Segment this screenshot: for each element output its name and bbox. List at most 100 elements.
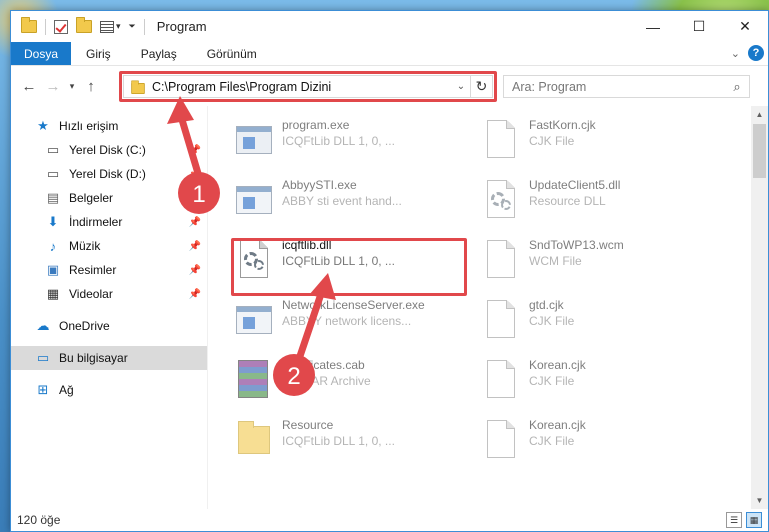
file-item[interactable]: program.exe ICQFtLib DLL 1, 0, ... xyxy=(228,112,473,172)
sidebar-item-pictures[interactable]: ▣ Resimler 📌 xyxy=(11,258,207,282)
file-name: program.exe xyxy=(282,118,350,132)
search-box[interactable]: Ara: Program ⌕ xyxy=(503,75,750,98)
minimize-button[interactable]: — xyxy=(630,11,676,42)
sidebar-item-videos[interactable]: ▦ Videolar 📌 xyxy=(11,282,207,306)
drive-icon: ▭ xyxy=(46,166,60,181)
file-description: ABBY sti event hand... xyxy=(282,194,402,208)
pin-icon[interactable]: 📌 xyxy=(189,169,201,180)
properties-icon[interactable] xyxy=(100,20,114,33)
file-item[interactable]: AbbyySTI.exe ABBY sti event hand... xyxy=(228,172,473,232)
file-item[interactable]: SndToWP13.wcm WCM File xyxy=(475,232,720,292)
file-item[interactable]: Korean.cjk CJK File xyxy=(475,352,720,412)
sidebar-item-quick-access[interactable]: ★ Hızlı erişim xyxy=(11,114,207,138)
sidebar-item-local-disk-c[interactable]: ▭ Yerel Disk (C:) 📌 xyxy=(11,138,207,162)
file-name: FastKorn.cjk xyxy=(529,118,596,132)
back-button[interactable]: ← xyxy=(17,74,41,98)
sidebar-item-music[interactable]: ♪ Müzik 📌 xyxy=(11,234,207,258)
sidebar-item-downloads[interactable]: ⬇ İndirmeler 📌 xyxy=(11,210,207,234)
cloud-icon: ☁ xyxy=(36,318,50,333)
sidebar-item-local-disk-d[interactable]: ▭ Yerel Disk (D:) 📌 xyxy=(11,162,207,186)
pin-icon[interactable]: 📌 xyxy=(189,289,201,300)
pin-icon[interactable]: 📌 xyxy=(189,241,201,252)
file-name: icqftlib.dll xyxy=(282,238,332,252)
expand-ribbon-icon[interactable]: ⌄ xyxy=(731,47,740,60)
file-item[interactable]: Korean.cjk CJK File xyxy=(475,412,720,472)
folder-icon xyxy=(131,80,145,95)
computer-icon: ▭ xyxy=(36,350,50,365)
navigation-bar: ← → ▾ ↑ C:\Program Files\Program Dizini … xyxy=(11,66,768,106)
file-description: ICQFtLib DLL 1, 0, ... xyxy=(282,134,395,148)
details-view-icon[interactable]: ☰ xyxy=(726,512,742,528)
file-item[interactable]: NetworkLicenseServer.exe ABBYY network li… xyxy=(228,292,473,352)
file-description: CJK File xyxy=(529,134,575,148)
sidebar-item-label: Yerel Disk (D:) xyxy=(69,167,146,181)
scroll-up-icon[interactable]: ▲ xyxy=(751,106,768,123)
address-path[interactable]: C:\Program Files\Program Dizini xyxy=(152,80,452,94)
tiles-view-icon[interactable]: ▦ xyxy=(746,512,762,528)
file-item[interactable]: UpdateClient5.dll Resource DLL xyxy=(475,172,720,232)
file-item[interactable]: gtd.cjk CJK File xyxy=(475,292,720,352)
tab-share[interactable]: Paylaş xyxy=(126,42,192,65)
file-name: UpdateClient5.dll xyxy=(529,178,621,192)
pin-icon[interactable]: 📌 xyxy=(189,145,201,156)
close-button[interactable]: ✕ xyxy=(722,11,768,42)
file-description: ICQFtLib DLL 1, 0, ... xyxy=(282,434,395,448)
ribbon-right-controls: ⌄ ? xyxy=(731,45,764,61)
pin-icon[interactable]: 📌 xyxy=(189,265,201,276)
sidebar-item-documents[interactable]: ▤ Belgeler 📌 xyxy=(11,186,207,210)
blank-file-icon xyxy=(481,118,519,162)
blank-file-icon xyxy=(481,238,519,282)
blank-file-icon xyxy=(481,418,519,462)
pin-icon[interactable]: 📌 xyxy=(189,217,201,228)
pin-icon[interactable]: 📌 xyxy=(189,193,201,204)
search-input[interactable]: Ara: Program xyxy=(512,80,725,94)
sidebar-item-onedrive[interactable]: ☁ OneDrive xyxy=(11,314,207,338)
file-description: WCM File xyxy=(529,254,582,268)
file-name: Certificates.cab xyxy=(282,358,365,372)
ribbon-tabs: Dosya Giriş Paylaş Görünüm ⌄ ? xyxy=(11,42,768,66)
file-item[interactable]: FastKorn.cjk CJK File xyxy=(475,112,720,172)
file-list: program.exe ICQFtLib DLL 1, 0, ... FastKo… xyxy=(208,106,768,509)
window-title: Program xyxy=(156,19,207,34)
scroll-down-icon[interactable]: ▼ xyxy=(751,492,768,509)
folder-icon xyxy=(234,418,272,462)
customize-quick-access-icon[interactable]: ⏷ xyxy=(129,21,136,32)
blank-file-icon xyxy=(481,298,519,342)
search-icon[interactable]: ⌕ xyxy=(725,79,749,95)
file-name: gtd.cjk xyxy=(529,298,564,312)
refresh-button[interactable]: ↻ xyxy=(470,76,492,97)
exe-icon xyxy=(234,178,272,222)
sidebar-item-this-pc[interactable]: ▭ Bu bilgisayar xyxy=(11,346,207,370)
tab-file[interactable]: Dosya xyxy=(11,42,72,65)
sidebar-item-network[interactable]: ⊞ Ağ xyxy=(11,378,207,402)
sidebar-item-label: Hızlı erişim xyxy=(59,119,119,133)
sidebar-item-label: Ağ xyxy=(59,383,74,397)
address-bar[interactable]: C:\Program Files\Program Dizini ⌄ ↻ xyxy=(123,75,493,98)
chevron-down-icon[interactable]: ▾ xyxy=(116,21,121,32)
recent-locations-button[interactable]: ▾ xyxy=(65,74,79,98)
blank-file-icon xyxy=(481,358,519,402)
vertical-scrollbar[interactable]: ▲ ▼ xyxy=(751,106,768,509)
maximize-button[interactable]: ☐ xyxy=(676,11,722,42)
navigation-pane: ★ Hızlı erişim ▭ Yerel Disk (C:) 📌 ▭ Yer… xyxy=(11,106,208,509)
address-dropdown-icon[interactable]: ⌄ xyxy=(452,81,470,92)
sidebar-item-label: Müzik xyxy=(69,239,101,253)
scroll-thumb[interactable] xyxy=(753,124,766,178)
forward-button[interactable]: → xyxy=(41,74,65,98)
explorer-window: ▾ ⏷ Program — ☐ ✕ Dosya Giriş Paylaş Gör… xyxy=(10,10,769,532)
file-name: Korean.cjk xyxy=(529,358,586,372)
tab-view[interactable]: Görünüm xyxy=(192,42,272,65)
file-item[interactable]: Certificates.cab WinRAR Archive xyxy=(228,352,473,412)
network-icon: ⊞ xyxy=(37,382,49,397)
file-description: Resource DLL xyxy=(529,194,606,208)
help-icon[interactable]: ? xyxy=(748,45,764,61)
documents-icon: ▤ xyxy=(46,190,60,205)
pictures-icon: ▣ xyxy=(46,262,60,277)
file-item-icqftlib[interactable]: icqftlib.dll ICQFtLib DLL 1, 0, ... xyxy=(228,232,473,292)
sidebar-item-label: Bu bilgisayar xyxy=(59,351,128,365)
new-folder-icon[interactable] xyxy=(76,16,92,35)
tab-home[interactable]: Giriş xyxy=(71,42,126,65)
up-button[interactable]: ↑ xyxy=(79,74,103,98)
properties-check-icon[interactable] xyxy=(54,19,68,34)
file-item[interactable]: Resource ICQFtLib DLL 1, 0, ... xyxy=(228,412,473,472)
